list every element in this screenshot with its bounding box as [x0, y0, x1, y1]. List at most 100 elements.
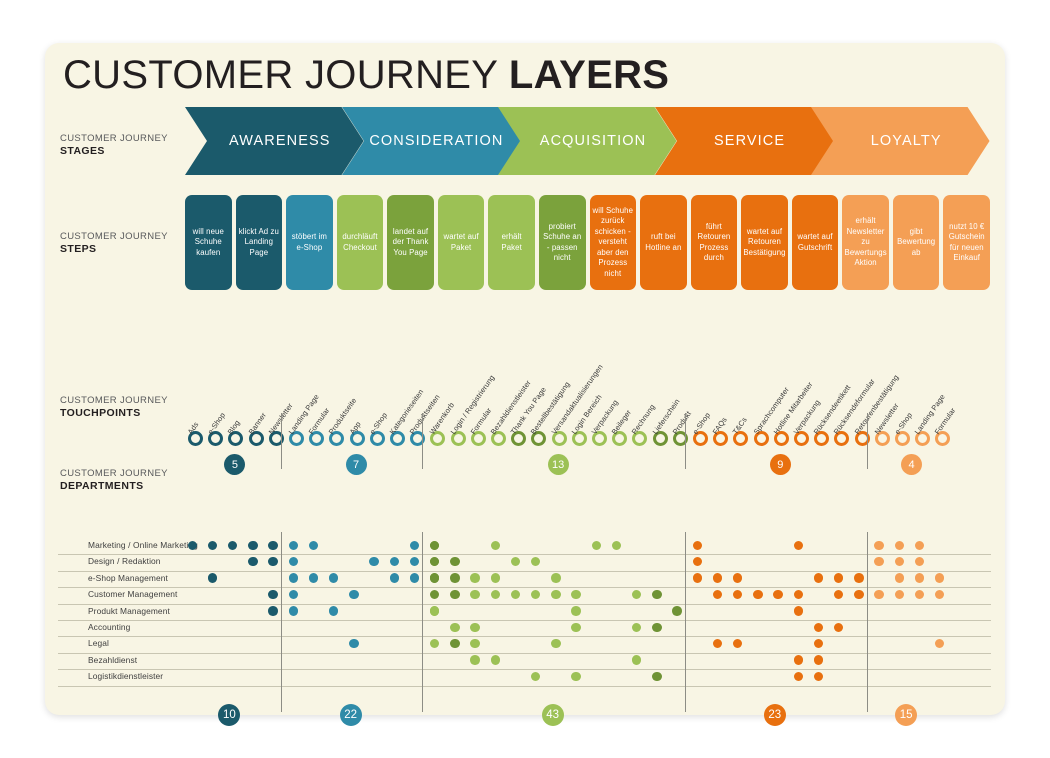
matrix-dot[interactable] — [268, 606, 278, 616]
step-card[interactable]: will neue Schuhe kaufen — [185, 195, 232, 290]
matrix-dot[interactable] — [652, 589, 662, 600]
matrix-dot[interactable] — [914, 540, 925, 550]
matrix-dot[interactable] — [490, 540, 500, 550]
matrix-dot[interactable] — [854, 589, 864, 600]
step-card[interactable]: gibt Bewertung ab — [892, 195, 940, 290]
matrix-dot[interactable] — [450, 622, 460, 632]
matrix-dot[interactable] — [773, 589, 783, 600]
matrix-dot[interactable] — [248, 540, 258, 550]
matrix-dot[interactable] — [571, 671, 581, 682]
stage-awareness[interactable]: AWARENESS — [185, 107, 364, 175]
matrix-dot[interactable] — [470, 573, 480, 583]
step-card[interactable]: erhält Paket — [488, 195, 535, 290]
matrix-dot[interactable] — [813, 573, 824, 583]
matrix-dot[interactable] — [490, 573, 500, 583]
matrix-dot[interactable] — [409, 540, 420, 550]
matrix-dot[interactable] — [470, 589, 480, 600]
matrix-dot[interactable] — [914, 573, 925, 583]
matrix-dot[interactable] — [652, 622, 662, 632]
matrix-dot[interactable] — [328, 573, 339, 583]
step-card[interactable]: klickt Ad zu Landing Page — [235, 195, 283, 290]
step-card[interactable]: wartet auf Paket — [437, 195, 485, 290]
matrix-dot[interactable] — [268, 589, 278, 600]
matrix-dot[interactable] — [813, 655, 824, 665]
step-card[interactable]: wartet auf Gutschrift — [791, 195, 839, 290]
matrix-dot[interactable] — [268, 540, 278, 550]
matrix-dot[interactable] — [349, 589, 359, 600]
matrix-dot[interactable] — [813, 622, 824, 632]
matrix-dot[interactable] — [349, 638, 359, 649]
matrix-dot[interactable] — [854, 573, 864, 583]
matrix-dot[interactable] — [490, 655, 500, 665]
matrix-dot[interactable] — [874, 556, 884, 567]
matrix-dot[interactable] — [450, 573, 460, 583]
step-card[interactable]: stöbert im e-Shop — [286, 195, 333, 290]
matrix-dot[interactable] — [450, 556, 460, 567]
matrix-dot[interactable] — [268, 556, 278, 567]
matrix-dot[interactable] — [793, 655, 803, 665]
matrix-dot[interactable] — [288, 573, 298, 583]
matrix-dot[interactable] — [672, 606, 682, 616]
step-card[interactable]: probiert Schuhe an - passen nicht — [538, 195, 586, 290]
matrix-dot[interactable] — [470, 655, 480, 665]
matrix-dot[interactable] — [732, 573, 743, 583]
matrix-dot[interactable] — [631, 655, 642, 665]
step-card[interactable]: ruft bei Hotline an — [640, 195, 687, 290]
matrix-dot[interactable] — [551, 573, 561, 583]
matrix-dot[interactable] — [571, 606, 581, 616]
matrix-dot[interactable] — [328, 606, 339, 616]
matrix-dot[interactable] — [308, 573, 319, 583]
matrix-dot[interactable] — [409, 573, 420, 583]
matrix-dot[interactable] — [288, 606, 298, 616]
stage-consideration[interactable]: CONSIDERATION — [341, 107, 521, 175]
step-card[interactable]: landet auf der Thank You Page — [387, 195, 434, 290]
matrix-dot[interactable] — [369, 556, 379, 567]
matrix-dot[interactable] — [470, 622, 480, 632]
matrix-dot[interactable] — [793, 540, 803, 550]
step-card[interactable]: will Schuhe zurück schicken - versteht a… — [589, 195, 637, 290]
matrix-dot[interactable] — [470, 638, 480, 649]
matrix-dot[interactable] — [551, 589, 561, 600]
matrix-dot[interactable] — [571, 622, 581, 632]
step-card[interactable]: wartet auf Retouren Bestätigung — [741, 195, 788, 290]
matrix-dot[interactable] — [753, 589, 763, 600]
matrix-dot[interactable] — [248, 556, 258, 567]
matrix-dot[interactable] — [833, 573, 844, 583]
step-card[interactable]: durchläuft Checkout — [336, 195, 384, 290]
matrix-dot[interactable] — [874, 589, 884, 600]
matrix-dot[interactable] — [591, 540, 601, 550]
matrix-dot[interactable] — [490, 589, 500, 600]
step-card[interactable]: erhält Newsletter zu Bewertungs Aktion — [842, 195, 889, 290]
matrix-dot[interactable] — [308, 540, 319, 550]
stage-loyalty[interactable]: LOYALTY — [811, 107, 990, 175]
step-card[interactable]: nutzt 10 € Gutschein für neuen Einkauf — [943, 195, 990, 290]
matrix-dot[interactable] — [874, 540, 884, 550]
matrix-dot[interactable] — [187, 540, 197, 550]
matrix-dot[interactable] — [692, 573, 702, 583]
matrix-dot[interactable] — [571, 589, 581, 600]
matrix-dot[interactable] — [429, 573, 440, 583]
matrix-dot[interactable] — [712, 573, 723, 583]
matrix-dot[interactable] — [934, 573, 945, 583]
matrix-dot[interactable] — [450, 638, 460, 649]
matrix-dot[interactable] — [551, 638, 561, 649]
matrix-dot[interactable] — [450, 589, 460, 600]
matrix-dot[interactable] — [288, 589, 298, 600]
matrix-dot[interactable] — [793, 589, 803, 600]
matrix-dot[interactable] — [894, 573, 904, 583]
matrix-dot[interactable] — [692, 540, 702, 550]
matrix-dot[interactable] — [793, 671, 803, 682]
matrix-dot[interactable] — [894, 589, 904, 600]
matrix-dot[interactable] — [611, 540, 622, 550]
matrix-dot[interactable] — [207, 573, 218, 583]
matrix-dot[interactable] — [389, 573, 399, 583]
matrix-dot[interactable] — [793, 606, 803, 616]
stage-service[interactable]: SERVICE — [654, 107, 834, 175]
matrix-dot[interactable] — [894, 540, 904, 550]
stage-acquisition[interactable]: ACQUISITION — [498, 107, 677, 175]
matrix-dot[interactable] — [288, 540, 298, 550]
step-card[interactable]: führt Retouren Prozess durch — [690, 195, 738, 290]
matrix-dot[interactable] — [652, 671, 662, 682]
matrix-dot[interactable] — [207, 540, 218, 550]
matrix-dot[interactable] — [429, 606, 440, 616]
